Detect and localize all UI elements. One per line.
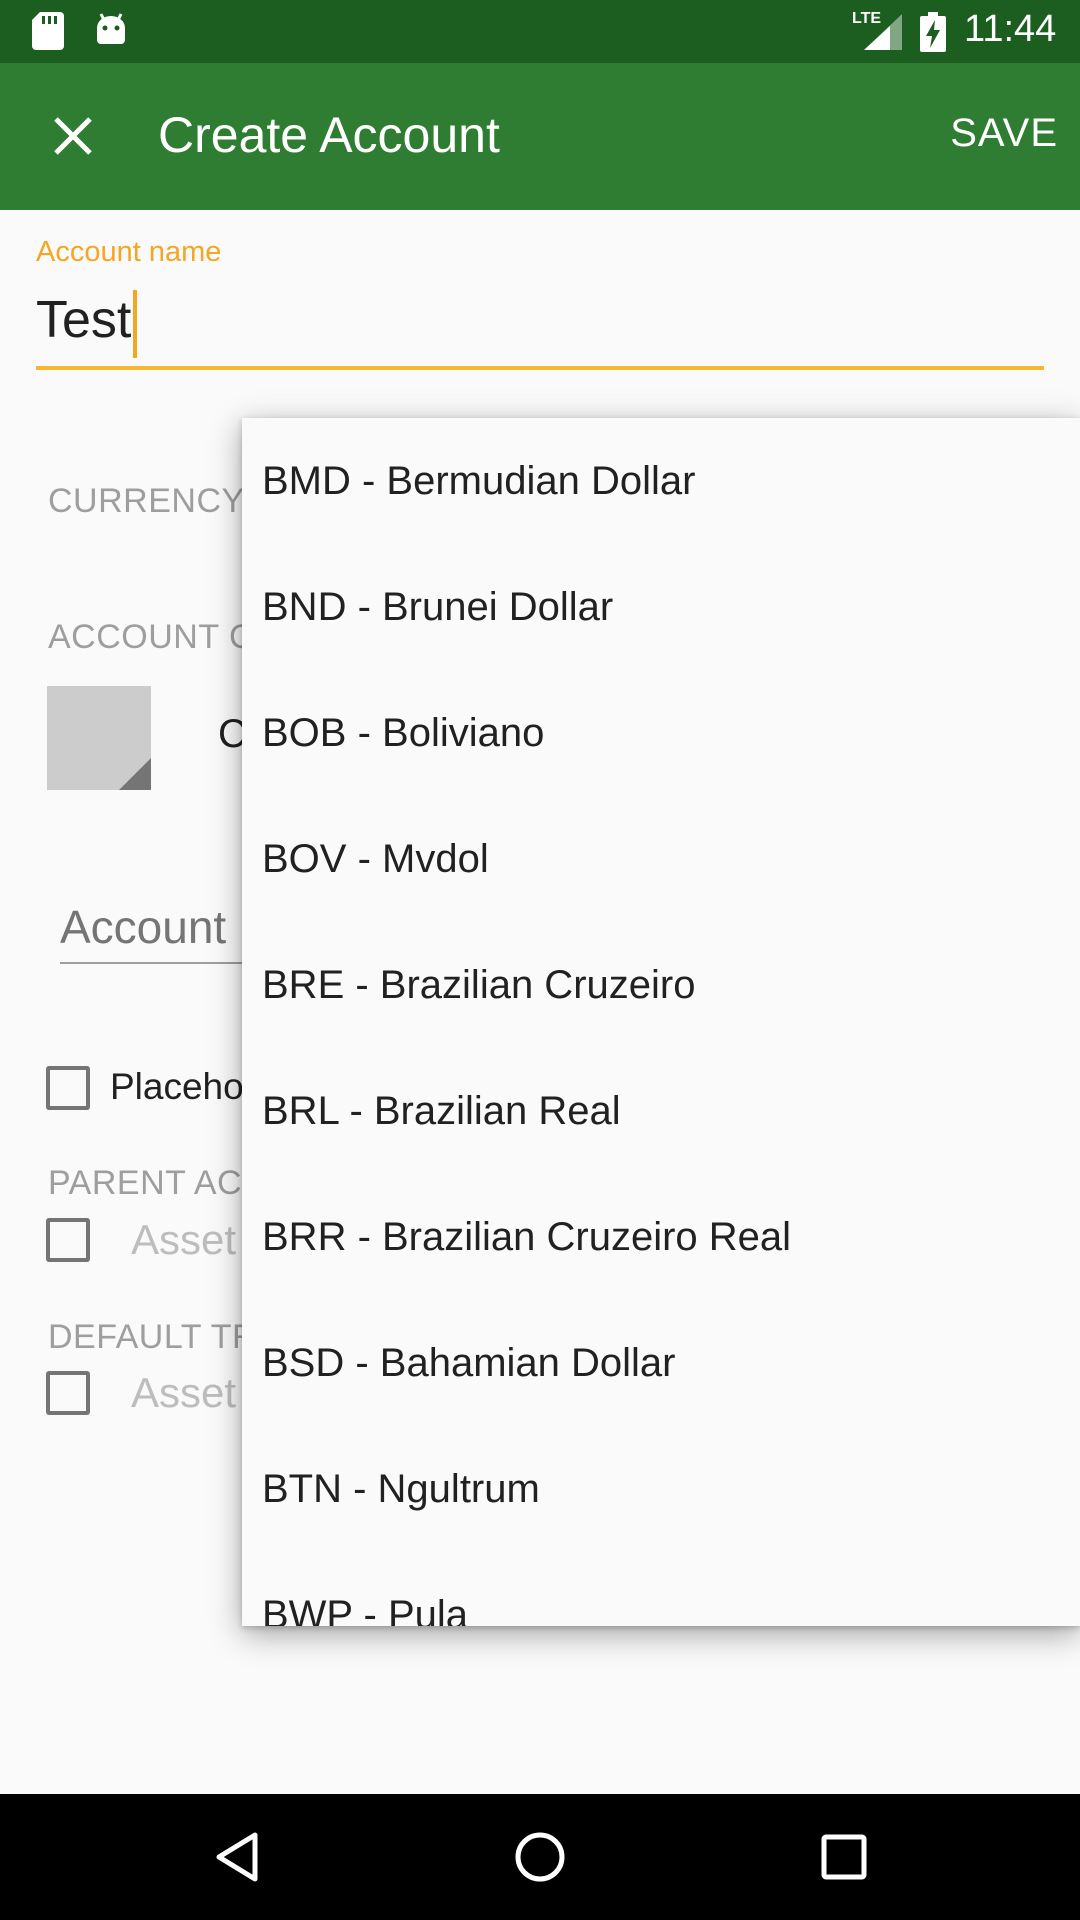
currency-label: CURRENCY bbox=[48, 482, 245, 520]
account-name-label: Account name bbox=[36, 236, 222, 268]
default-transfer-checkbox[interactable] bbox=[46, 1371, 90, 1415]
signal-icon: LTE bbox=[852, 10, 902, 50]
parent-account-value: Asset bbox=[131, 1216, 237, 1263]
currency-option[interactable]: BMD - Bermudian Dollar bbox=[242, 418, 1080, 544]
default-transfer-value: Asset bbox=[131, 1369, 237, 1416]
currency-option[interactable]: BSD - Bahamian Dollar bbox=[242, 1300, 1080, 1426]
account-name-value: Test bbox=[36, 291, 132, 349]
close-icon bbox=[54, 117, 92, 155]
parent-account-label: PARENT AC bbox=[48, 1164, 243, 1202]
placeholder-label: Placeho bbox=[110, 1066, 244, 1107]
parent-account-checkbox[interactable] bbox=[46, 1218, 90, 1262]
toolbar: Create Account SAVE bbox=[0, 63, 1080, 210]
sd-card-icon bbox=[32, 12, 64, 50]
recents-button[interactable] bbox=[814, 1827, 874, 1887]
placeholder-checkbox[interactable] bbox=[46, 1066, 90, 1110]
currency-option[interactable]: BRR - Brazilian Cruzeiro Real bbox=[242, 1174, 1080, 1300]
currency-option[interactable]: BOB - Boliviano bbox=[242, 670, 1080, 796]
text-cursor bbox=[133, 290, 138, 358]
currency-option[interactable]: BTN - Ngultrum bbox=[242, 1426, 1080, 1552]
swatch-corner-indicator bbox=[119, 758, 151, 790]
save-button[interactable]: SAVE bbox=[950, 111, 1058, 156]
color-picker-swatch[interactable] bbox=[47, 686, 151, 790]
battery-charging-icon bbox=[920, 12, 946, 52]
status-time: 11:44 bbox=[964, 8, 1057, 50]
account-color-label: ACCOUNT C bbox=[48, 618, 254, 656]
recents-icon bbox=[821, 1834, 867, 1880]
status-bar: LTE 11:44 bbox=[0, 0, 1080, 63]
home-button[interactable] bbox=[510, 1827, 570, 1887]
page-title: Create Account bbox=[158, 107, 500, 163]
close-button[interactable] bbox=[45, 108, 101, 164]
back-button[interactable] bbox=[207, 1827, 267, 1887]
home-icon bbox=[515, 1832, 565, 1882]
currency-option[interactable]: BRE - Brazilian Cruzeiro bbox=[242, 922, 1080, 1048]
back-icon bbox=[216, 1832, 258, 1882]
currency-dropdown-list[interactable]: BMD - Bermudian Dollar BND - Brunei Doll… bbox=[242, 418, 1080, 1626]
currency-option[interactable]: BND - Brunei Dollar bbox=[242, 544, 1080, 670]
android-icon bbox=[97, 13, 125, 44]
account-description-placeholder: Account bbox=[60, 901, 227, 953]
account-name-input[interactable]: Test bbox=[36, 290, 1044, 370]
currency-option[interactable]: BOV - Mvdol bbox=[242, 796, 1080, 922]
navigation-bar bbox=[0, 1794, 1080, 1920]
currency-option[interactable]: BWP - Pula bbox=[242, 1552, 1080, 1627]
default-transfer-label: DEFAULT TR bbox=[48, 1318, 258, 1356]
currency-option[interactable]: BRL - Brazilian Real bbox=[242, 1048, 1080, 1174]
